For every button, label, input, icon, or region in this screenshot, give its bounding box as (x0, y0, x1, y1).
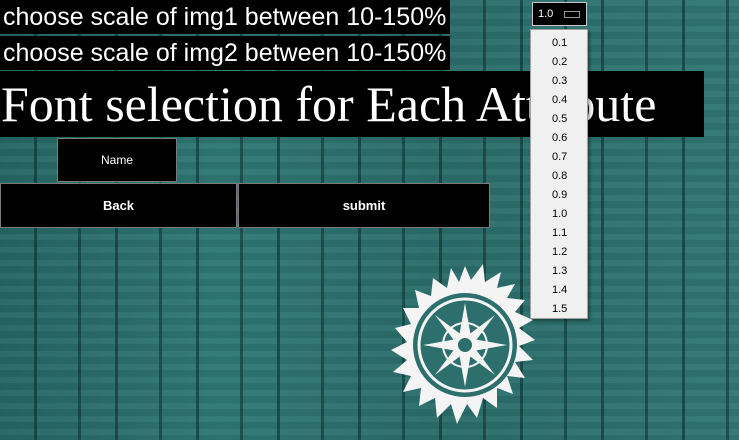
submit-button[interactable]: submit (238, 183, 490, 228)
scale-spinbox-value: 1.0 (538, 8, 554, 20)
scale-option[interactable]: 1.4 (531, 281, 587, 300)
scale-option[interactable]: 1.1 (531, 224, 587, 243)
scale-option[interactable]: 0.5 (531, 110, 587, 129)
name-button[interactable]: Name (57, 138, 177, 182)
img2-scale-label: choose scale of img2 between 10-150% (0, 36, 451, 70)
scale-option[interactable]: 0.3 (531, 72, 587, 91)
scale-option[interactable]: 0.1 (531, 34, 587, 53)
back-button[interactable]: Back (0, 183, 237, 228)
scale-option[interactable]: 0.4 (531, 91, 587, 110)
scale-option[interactable]: 0.8 (531, 167, 587, 186)
scale-option[interactable]: 1.3 (531, 262, 587, 281)
scale-option[interactable]: 0.6 (531, 129, 587, 148)
emblem-icon (391, 264, 535, 424)
scale-spinbox[interactable]: 1.0 (532, 2, 587, 26)
scale-option[interactable]: 0.2 (531, 53, 587, 72)
spinbox-arrow-icon[interactable] (564, 10, 580, 18)
page-title: Font selection for Each Attribute (0, 71, 704, 137)
scale-option[interactable]: 1.0 (531, 205, 587, 224)
scale-option[interactable]: 1.2 (531, 243, 587, 262)
img1-scale-label: choose scale of img1 between 10-150% (0, 0, 451, 34)
scale-option[interactable]: 0.7 (531, 148, 587, 167)
scale-option[interactable]: 1.5 (531, 300, 587, 319)
scale-option[interactable]: 0.9 (531, 186, 587, 205)
scale-dropdown-list[interactable]: 0.1 0.2 0.3 0.4 0.5 0.6 0.7 0.8 0.9 1.0 1.1 1.2 1.3 1… (530, 29, 588, 319)
